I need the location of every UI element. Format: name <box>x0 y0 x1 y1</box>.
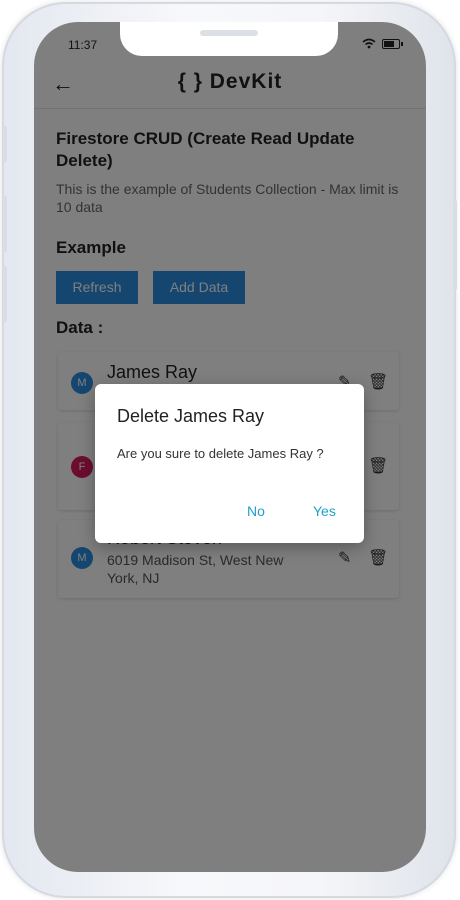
no-button[interactable]: No <box>247 503 265 519</box>
delete-dialog: Delete James Ray Are you sure to delete … <box>95 384 364 543</box>
phone-side-button <box>3 196 7 252</box>
speaker <box>200 30 258 36</box>
battery-icon <box>382 38 403 49</box>
phone-side-button <box>3 266 7 322</box>
status-time: 11:37 <box>68 38 98 52</box>
dialog-title: Delete James Ray <box>117 406 265 426</box>
status-icons <box>362 38 403 49</box>
yes-button[interactable]: Yes <box>313 503 336 519</box>
phone-power-button <box>453 200 457 290</box>
wifi-icon <box>362 38 376 49</box>
phone-screen: 11:37 ← { } DevKit Firestore CRUD (Creat… <box>34 22 426 872</box>
notch <box>120 22 338 56</box>
phone-side-button <box>3 126 7 162</box>
dialog-message: Are you sure to delete James Ray ? <box>117 446 324 461</box>
